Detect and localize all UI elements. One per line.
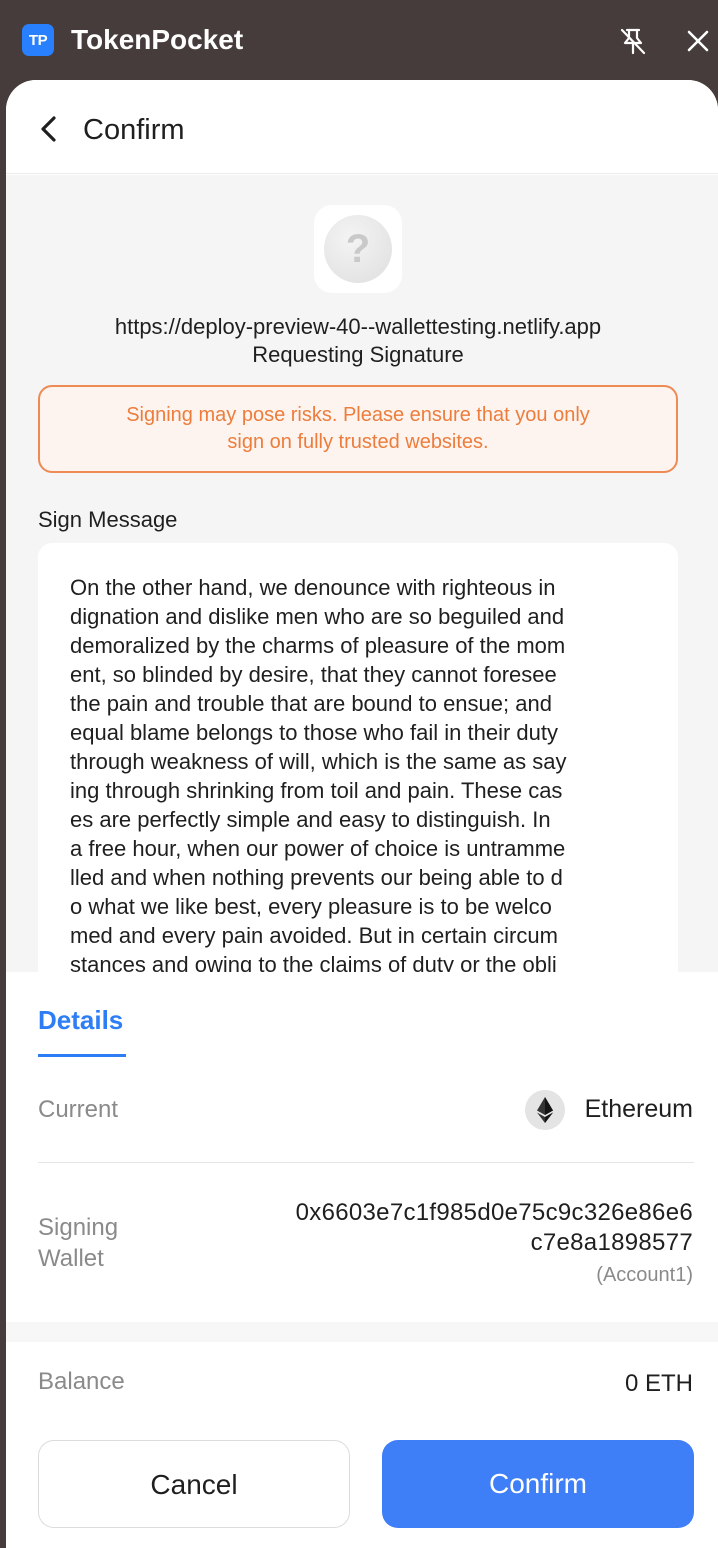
sign-message-box[interactable]: On the other hand, we denounce with righ… [38, 543, 678, 983]
message-line: es are perfectly simple and easy to dist… [70, 807, 551, 832]
balance-label: Balance [38, 1368, 125, 1395]
request-section: ? https://deploy-preview-40--wallettesti… [6, 175, 718, 983]
app-title: TokenPocket [71, 24, 244, 55]
message-line: ing through shrinking from toil and pain… [70, 778, 563, 803]
wallet-address-line: 0x6603e7c1f985d0e75c9c326e86e6 [295, 1199, 693, 1226]
message-line: demoralized by the charms of pleasure of… [70, 633, 566, 658]
window-titlebar: TP TokenPocket [0, 0, 718, 82]
account-name: (Account1) [596, 1264, 693, 1286]
tab-active-indicator [38, 1054, 126, 1057]
signing-wallet-label: Wallet [38, 1245, 104, 1272]
warning-text-line: sign on fully trusted websites. [227, 431, 489, 453]
wallet-address-line: c7e8a1898577 [530, 1229, 693, 1256]
request-type-label: Requesting Signature [252, 342, 464, 367]
signing-wallet-label: Signing [38, 1214, 119, 1241]
message-line: lled and when nothing prevents our being… [70, 865, 563, 890]
requesting-site-url: https://deploy-preview-40--wallettesting… [114, 314, 602, 339]
wallet-address: 0x6603e7c1f985d0e75c9c326e86e6 c7e8a1898… [223, 1198, 693, 1258]
message-line: dignation and dislike men who are so beg… [70, 604, 565, 629]
message-line: On the other hand, we denounce with righ… [70, 575, 556, 600]
message-line: the pain and trouble that are bound to e… [70, 691, 552, 716]
tokenpocket-logo-icon: TP [22, 24, 54, 56]
tab-details[interactable]: Details [38, 1002, 123, 1038]
unpin-icon[interactable] [618, 26, 648, 56]
message-line: through weakness of will, which is the s… [70, 749, 567, 774]
page-header: Confirm [6, 80, 718, 174]
page-title: Confirm [83, 114, 185, 146]
close-window-icon[interactable] [684, 27, 712, 55]
warning-text-line: Signing may pose risks. Please ensure th… [126, 404, 590, 426]
back-chevron-icon[interactable] [36, 114, 62, 144]
confirm-button[interactable]: Confirm [382, 1440, 694, 1528]
sign-message-label: Sign Message [38, 507, 178, 532]
section-separator [6, 1322, 718, 1342]
details-divider [38, 1162, 694, 1163]
risk-warning-banner: Signing may pose risks. Please ensure th… [38, 385, 678, 473]
message-line: equal blame belongs to those who fail in… [70, 720, 558, 745]
message-line: a free hour, when our power of choice is… [70, 836, 566, 861]
cancel-button[interactable]: Cancel [38, 1440, 350, 1528]
ethereum-icon [525, 1090, 565, 1130]
balance-value: 0 ETH [624, 1370, 693, 1397]
message-line: o what we like best, every pleasure is t… [70, 894, 552, 919]
message-line: ent, so blinded by desire, that they can… [70, 662, 557, 687]
unknown-site-icon: ? [324, 215, 392, 283]
message-line: med and every pain avoided. But in certa… [70, 923, 558, 948]
confirm-panel: Confirm ? https://deploy-preview-40--wal… [6, 80, 718, 1548]
network-name: Ethereum [584, 1095, 693, 1123]
current-network-label: Current [38, 1096, 119, 1123]
details-sheet: Details Current Ethereum Signing Wallet … [6, 972, 718, 1548]
site-favicon: ? [314, 205, 402, 293]
